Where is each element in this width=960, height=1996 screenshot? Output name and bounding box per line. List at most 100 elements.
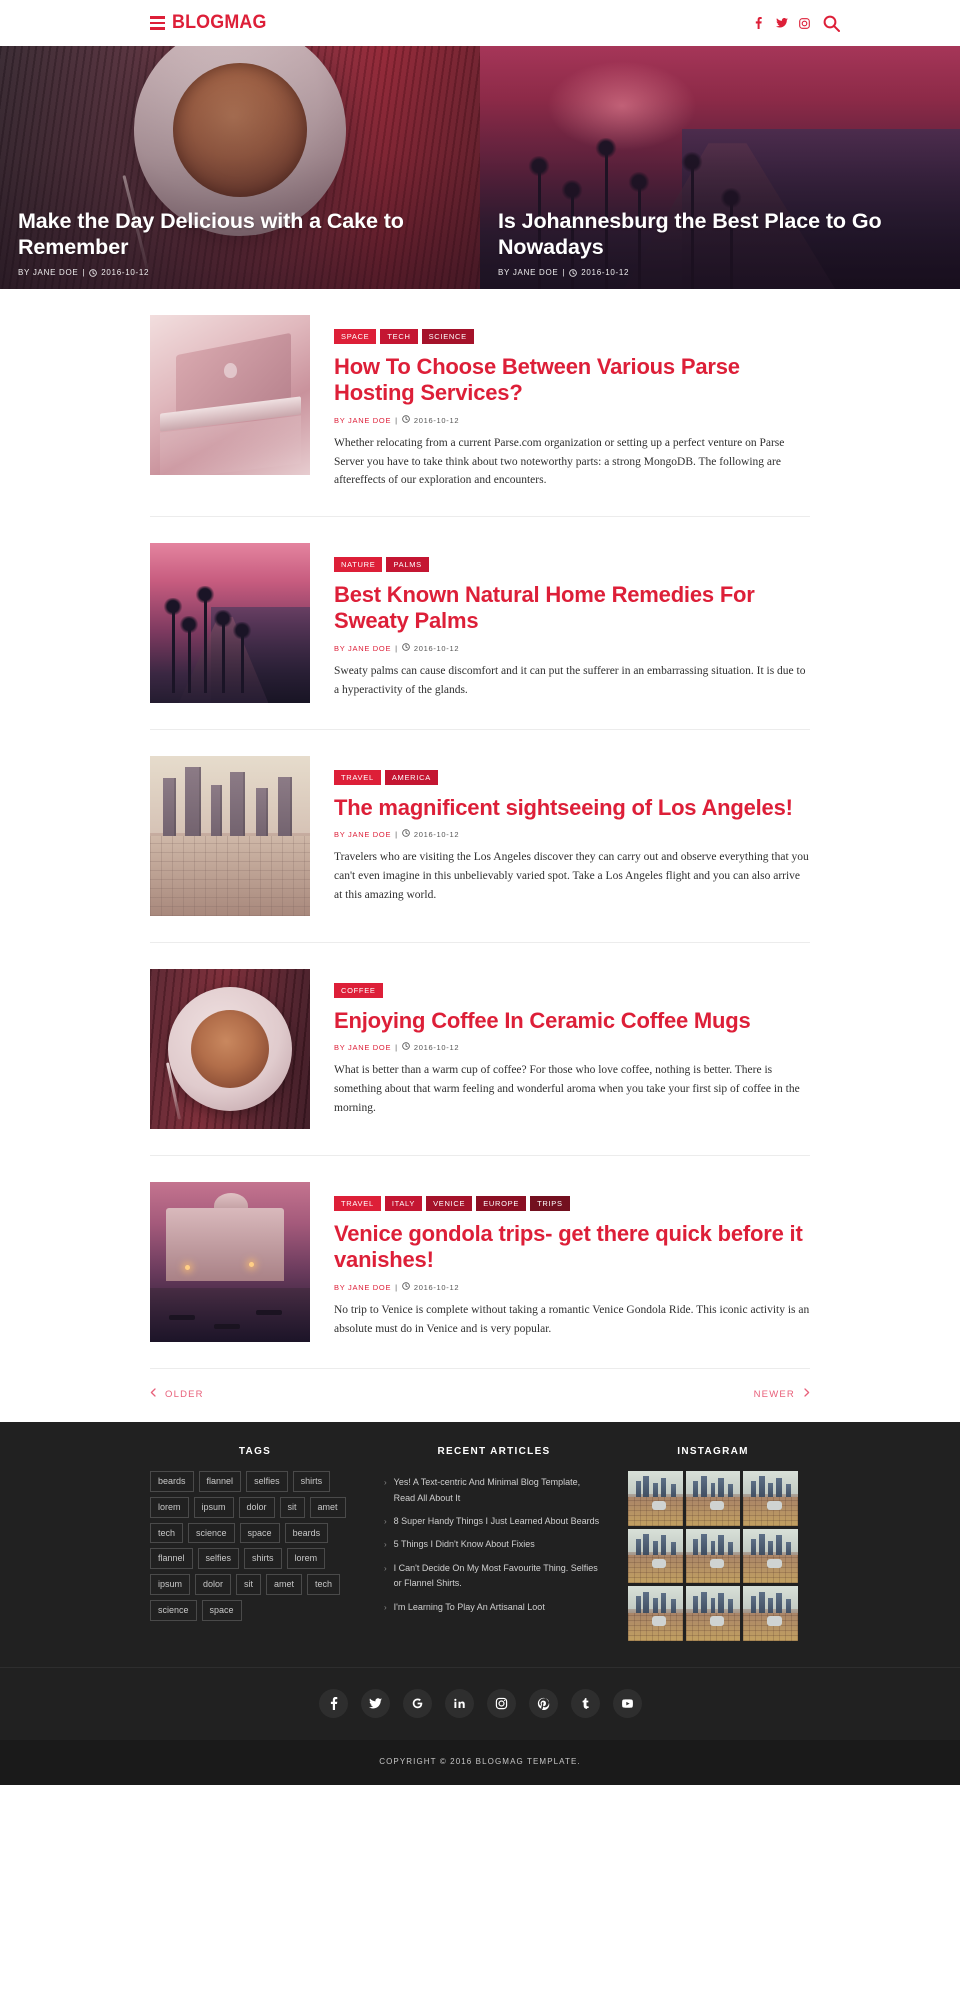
footer-tag[interactable]: sit [236,1574,262,1596]
post-excerpt: No trip to Venice is complete without ta… [334,1304,810,1335]
footer-tag[interactable]: ipsum [150,1574,191,1596]
google-plus-icon[interactable] [402,1689,432,1719]
post-thumbnail[interactable] [150,1182,310,1343]
tag-chip[interactable]: SCIENCE [421,329,474,344]
tag-chip[interactable]: SPACE [334,329,377,344]
footer-tag[interactable]: space [201,1600,242,1621]
search-icon[interactable] [823,15,840,32]
footer-tag[interactable]: amet [309,1496,346,1518]
instagram-thumbnail[interactable] [743,1528,798,1584]
hero-title: Make the Day Delicious with a Cake to Re… [18,208,404,260]
tumblr-icon[interactable] [570,1689,600,1719]
tag-chip[interactable]: ITALY [384,1196,423,1211]
tag-chip[interactable]: NATURE [334,557,383,572]
post-author[interactable]: BY JANE DOE [334,644,391,653]
pagination-older-link[interactable]: OLDER [150,1388,204,1400]
post-item[interactable]: TRAVEL AMERICA The magnificent sightseei… [150,730,810,944]
instagram-thumbnail[interactable] [743,1471,798,1526]
post-thumbnail[interactable] [150,756,310,917]
instagram-thumbnail[interactable] [628,1471,683,1526]
instagram-thumbnail[interactable] [743,1586,798,1642]
tag-chip[interactable]: TECH [380,329,418,344]
post-item[interactable]: NATURE PALMS Best Known Natural Home Rem… [150,517,810,731]
footer-tag[interactable]: flannel [198,1471,242,1492]
footer-tag[interactable]: ipsum [193,1496,234,1518]
instagram-thumbnail[interactable] [685,1528,741,1584]
post-thumbnail[interactable] [150,543,310,704]
twitter-icon[interactable] [360,1689,390,1719]
footer-tag[interactable]: science [150,1600,197,1621]
pagination-newer-label: NEWER [753,1388,795,1400]
post-item[interactable]: TRAVEL ITALY VENICE EUROPE TRIPS Venice … [150,1156,810,1370]
tag-chip[interactable]: VENICE [426,1196,473,1211]
tag-chip[interactable]: TRIPS [530,1196,570,1211]
instagram-thumbnail[interactable] [628,1528,683,1584]
footer-tag[interactable]: lorem [150,1496,189,1518]
recent-article-item[interactable]: › I Can't Decide On My Most Favourite Thi… [384,1557,604,1596]
footer-tag[interactable]: beards [284,1522,329,1544]
post-item[interactable]: COFFEE Enjoying Coffee In Ceramic Coffee… [150,943,810,1157]
post-item[interactable]: SPACE TECH SCIENCE How To Choose Between… [150,289,810,518]
footer-tag[interactable]: tech [150,1522,184,1544]
instagram-thumbnail[interactable] [685,1586,741,1642]
clock-icon [402,1282,410,1292]
footer-tag[interactable]: shirts [292,1471,331,1492]
recent-article-item[interactable]: › 5 Things I Didn't Know About Fixies [384,1533,604,1556]
footer-tag[interactable]: space [239,1522,280,1544]
youtube-icon[interactable] [612,1689,642,1719]
facebook-icon[interactable] [318,1689,348,1719]
copyright-text: COPYRIGHT © 2016 BLOGMAG TEMPLATE. [0,1740,960,1786]
hero-slide-2[interactable]: Is Johannesburg the Best Place to Go Now… [480,46,960,289]
post-title[interactable]: The magnificent sightseeing of Los Angel… [334,795,810,822]
footer-tag[interactable]: selfies [197,1548,240,1570]
post-title[interactable]: How To Choose Between Various Parse Host… [334,354,810,408]
footer-tag[interactable]: science [188,1522,235,1544]
hero-author: BY JANE DOE [18,268,79,277]
instagram-icon[interactable] [486,1689,516,1719]
post-author[interactable]: BY JANE DOE [334,1043,391,1052]
post-meta: BY JANE DOE | 2016-10-12 [334,829,810,839]
post-title[interactable]: Venice gondola trips- get there quick be… [334,1221,810,1275]
post-author[interactable]: BY JANE DOE [334,830,391,839]
facebook-icon[interactable] [752,17,765,30]
post-author[interactable]: BY JANE DOE [334,1283,391,1292]
instagram-thumbnail[interactable] [628,1586,683,1642]
tag-chip[interactable]: EUROPE [476,1196,527,1211]
post-title[interactable]: Best Known Natural Home Remedies For Swe… [334,582,810,636]
post-thumbnail[interactable] [150,315,310,475]
footer-tag[interactable]: shirts [244,1548,282,1570]
recent-article-item[interactable]: › I'm Learning To Play An Artisanal Loot [384,1596,604,1619]
footer-tag[interactable]: sit [279,1496,305,1518]
tag-chip[interactable]: TRAVEL [334,1196,381,1211]
recent-article-item[interactable]: › 8 Super Handy Things I Just Learned Abo… [384,1510,604,1533]
footer-tag[interactable]: dolor [238,1496,275,1518]
footer-tag[interactable]: flannel [150,1548,193,1570]
twitter-icon[interactable] [775,17,788,30]
meta-separator: | [395,1042,398,1052]
post-title[interactable]: Enjoying Coffee In Ceramic Coffee Mugs [334,1008,810,1035]
hamburger-icon[interactable] [150,16,165,30]
pinterest-icon[interactable] [528,1689,558,1719]
instagram-thumbnail[interactable] [685,1471,741,1526]
footer-tag[interactable]: selfies [246,1471,288,1492]
footer-tag[interactable]: tech [307,1574,341,1596]
tag-chip[interactable]: PALMS [386,557,429,572]
instagram-icon[interactable] [798,17,811,30]
recent-article-item[interactable]: › Yes! A Text-centric And Minimal Blog Te… [384,1471,604,1510]
tag-chip[interactable]: TRAVEL [334,770,381,785]
post-thumbnail[interactable] [150,969,310,1130]
linkedin-icon[interactable] [444,1689,474,1719]
header-actions [752,15,840,32]
footer-tag[interactable]: beards [150,1471,194,1492]
hero-slide-1[interactable]: Make the Day Delicious with a Cake to Re… [0,46,480,289]
post-author[interactable]: BY JANE DOE [334,416,391,425]
footer-tag[interactable]: lorem [286,1548,326,1570]
footer-tag[interactable]: amet [266,1574,303,1596]
footer-tag[interactable]: dolor [195,1574,232,1596]
post-tags: NATURE PALMS [334,557,810,572]
tag-chip[interactable]: COFFEE [334,983,383,998]
brand-logo[interactable]: BLOGMAG [150,12,273,34]
tag-chip[interactable]: AMERICA [384,770,438,785]
pagination-newer-link[interactable]: NEWER [754,1388,810,1400]
post-tags: SPACE TECH SCIENCE [334,329,810,344]
